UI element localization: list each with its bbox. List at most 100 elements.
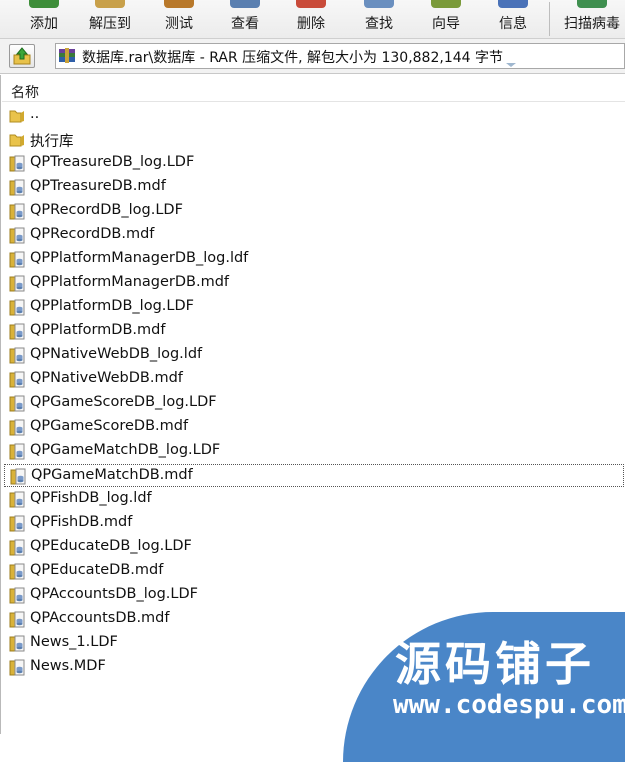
file-row[interactable]: QPNativeWebDB.mdf [4,368,624,391]
file-row[interactable]: QPRecordDB_log.LDF [4,200,624,223]
extract-icon [95,0,125,8]
file-name: QPGameScoreDB.mdf [30,418,189,434]
path-text: 数据库.rar\数据库 - RAR 压缩文件, 解包大小为 130,882,14… [82,50,503,66]
delete-label: 删除 [297,16,325,32]
file-name: QPAccountsDB_log.LDF [30,586,198,602]
file-row[interactable]: QPEducateDB_log.LDF [4,536,624,559]
database-file-icon [8,563,26,585]
wizard-icon [431,0,461,8]
file-row[interactable]: QPPlatformManagerDB.mdf [4,272,624,295]
file-name: QPEducateDB.mdf [30,562,164,578]
file-row[interactable]: QPEducateDB.mdf [4,560,624,583]
database-file-icon [8,491,26,513]
file-name: News_1.LDF [30,634,118,650]
add-label: 添加 [30,16,58,32]
watermark: 源码铺子 www.codespu.com [343,612,625,762]
database-file-icon [8,275,26,297]
extract-to-button[interactable]: 解压到 [79,0,141,38]
info-button[interactable]: 信息 [482,0,544,38]
view-button[interactable]: 查看 [214,0,276,38]
file-row[interactable]: QPGameScoreDB_log.LDF [4,392,624,415]
database-file-icon [8,443,26,465]
address-bar: 数据库.rar\数据库 - RAR 压缩文件, 解包大小为 130,882,14… [0,39,625,74]
folder-row[interactable]: .. [4,104,624,127]
up-folder-button[interactable] [9,44,35,68]
toolbar-separator [549,2,550,36]
scan-virus-icon [577,0,607,8]
path-field[interactable]: 数据库.rar\数据库 - RAR 压缩文件, 解包大小为 130,882,14… [55,43,625,69]
file-row[interactable]: QPPlatformDB_log.LDF [4,296,624,319]
file-name: QPAccountsDB.mdf [30,610,170,626]
file-name: QPGameScoreDB_log.LDF [30,394,217,410]
database-file-icon [8,179,26,201]
delete-button[interactable]: 删除 [280,0,342,38]
add-button[interactable]: 添加 [13,0,75,38]
file-row[interactable]: QPTreasureDB.mdf [4,176,624,199]
database-file-icon [8,227,26,249]
file-name: QPRecordDB_log.LDF [30,202,183,218]
file-name: QPPlatformManagerDB_log.ldf [30,250,249,266]
file-name: .. [30,106,40,122]
database-file-icon [8,347,26,369]
scan-virus-label: 扫描病毒 [564,16,620,32]
extract-to-label: 解压到 [89,16,131,32]
database-file-icon [8,611,26,633]
find-button[interactable]: 查找 [348,0,410,38]
view-label: 查看 [231,16,259,32]
path-dropdown-icon[interactable] [506,63,516,67]
test-icon [164,0,194,8]
find-label: 查找 [365,16,393,32]
file-name: QPGameMatchDB_log.LDF [30,442,221,458]
database-file-icon [8,155,26,177]
folder-icon [8,131,26,153]
wizard-button[interactable]: 向导 [415,0,477,38]
rar-archive-icon [59,48,75,63]
database-file-icon [8,203,26,225]
database-file-icon [8,299,26,321]
watermark-url: www.codespu.com [393,690,625,720]
up-folder-icon [13,47,31,65]
view-icon [230,0,260,8]
database-file-icon [8,515,26,537]
info-icon [498,0,528,8]
file-name: QPPlatformManagerDB.mdf [30,274,230,290]
file-name: QPFishDB_log.ldf [30,490,152,506]
add-icon [29,0,59,8]
toolbar: 添加 解压到 测试 查看 删除 查找 向导 信息 扫描病毒 [0,0,625,39]
delete-icon [296,0,326,8]
file-name: 执行库 [30,134,74,150]
file-row[interactable]: QPAccountsDB_log.LDF [4,584,624,607]
file-name: QPRecordDB.mdf [30,226,155,242]
folder-icon [8,107,26,129]
file-name: QPPlatformDB_log.LDF [30,298,194,314]
file-name: QPFishDB.mdf [30,514,133,530]
folder-row[interactable]: 执行库 [4,128,624,151]
database-file-icon [8,635,26,657]
test-button[interactable]: 测试 [148,0,210,38]
database-file-icon [9,468,27,490]
file-row[interactable]: QPRecordDB.mdf [4,224,624,247]
file-row[interactable]: QPNativeWebDB_log.ldf [4,344,624,367]
column-header-name[interactable]: 名称 [2,79,625,102]
watermark-title: 源码铺子 [395,637,595,691]
database-file-icon [8,395,26,417]
database-file-icon [8,587,26,609]
database-file-icon [8,371,26,393]
file-name: QPGameMatchDB.mdf [31,467,193,483]
file-row[interactable]: QPGameScoreDB.mdf [4,416,624,439]
file-row[interactable]: QPGameMatchDB.mdf [4,464,624,487]
file-name: News.MDF [30,658,106,674]
file-row[interactable]: QPGameMatchDB_log.LDF [4,440,624,463]
database-file-icon [8,539,26,561]
file-name: QPNativeWebDB_log.ldf [30,346,203,362]
file-name: QPTreasureDB.mdf [30,178,166,194]
file-row[interactable]: QPTreasureDB_log.LDF [4,152,624,175]
file-name: QPPlatformDB.mdf [30,322,166,338]
file-row[interactable]: QPFishDB.mdf [4,512,624,535]
file-name: QPEducateDB_log.LDF [30,538,192,554]
file-row[interactable]: QPPlatformManagerDB_log.ldf [4,248,624,271]
file-row[interactable]: QPPlatformDB.mdf [4,320,624,343]
info-label: 信息 [499,16,527,32]
file-row[interactable]: QPFishDB_log.ldf [4,488,624,511]
scan-virus-button[interactable]: 扫描病毒 [556,0,625,38]
